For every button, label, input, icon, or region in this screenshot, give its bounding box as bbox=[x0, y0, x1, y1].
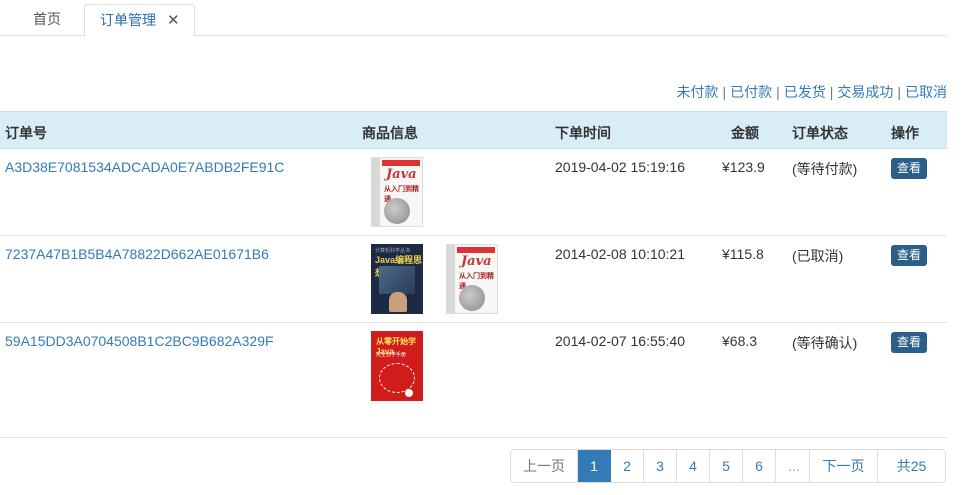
tab-bar: 首页 订单管理 ✕ bbox=[0, 0, 947, 37]
status-filters: 未付款 | 已付款 | 已发货 | 交易成功 | 已取消 bbox=[676, 82, 947, 102]
filter-separator: | bbox=[722, 84, 727, 100]
view-button[interactable]: 查看 bbox=[891, 245, 927, 266]
header-order-time: 下单时间 bbox=[555, 125, 611, 141]
order-time: 2019-04-02 15:19:16 bbox=[555, 159, 685, 175]
header-order-no: 订单号 bbox=[5, 125, 47, 141]
header-actions: 操作 bbox=[891, 125, 919, 141]
order-amount: ¥68.3 bbox=[722, 333, 758, 349]
filter-separator: | bbox=[829, 84, 834, 100]
close-icon[interactable]: ✕ bbox=[167, 5, 180, 36]
product-image-thinking-in-java[interactable]: 计算机科学丛书 Java编程思想 bbox=[371, 244, 423, 314]
order-time: 2014-02-08 10:10:21 bbox=[555, 246, 685, 262]
filter-separator: | bbox=[776, 84, 780, 100]
order-status: (等待付款) bbox=[792, 161, 858, 177]
table-row: A3D38E7081534ADCADA0E7ABDB2FE91C Java 从入… bbox=[0, 149, 947, 236]
next-page-button[interactable]: 下一页 bbox=[810, 450, 878, 482]
filter-shipped[interactable]: 已发货 bbox=[784, 84, 826, 100]
table-row: 7237A47B1B5B4A78822D662AE01671B6 计算机科学丛书… bbox=[0, 236, 947, 323]
order-status: (已取消) bbox=[792, 248, 844, 264]
product-image-java-red[interactable]: 从零开始学Java 完全自学手册 bbox=[371, 331, 423, 401]
page-1-button[interactable]: 1 bbox=[578, 450, 611, 482]
header-amount: 金额 bbox=[731, 125, 759, 141]
order-status: (等待确认) bbox=[792, 335, 858, 351]
header-product-info: 商品信息 bbox=[362, 125, 418, 141]
filter-separator: | bbox=[897, 84, 901, 100]
product-image-java-intro[interactable]: Java 从入门到精通 bbox=[446, 244, 498, 314]
tab-home[interactable]: 首页 bbox=[33, 4, 61, 36]
order-time: 2014-02-07 16:55:40 bbox=[555, 333, 685, 349]
pagination: 上一页 1 2 3 4 5 6 ... 下一页 共25页 bbox=[510, 449, 946, 483]
filter-cancelled[interactable]: 已取消 bbox=[905, 84, 947, 100]
header-order-status: 订单状态 bbox=[792, 125, 848, 141]
view-button[interactable]: 查看 bbox=[891, 332, 927, 353]
page-2-button[interactable]: 2 bbox=[611, 450, 644, 482]
table-row: 59A15DD3A0704508B1C2BC9B682A329F 从零开始学Ja… bbox=[0, 323, 947, 438]
page-4-button[interactable]: 4 bbox=[677, 450, 710, 482]
order-number-link[interactable]: 7237A47B1B5B4A78822D662AE01671B6 bbox=[5, 246, 269, 262]
tab-order-management[interactable]: 订单管理 ✕ bbox=[84, 4, 195, 37]
order-number-link[interactable]: A3D38E7081534ADCADA0E7ABDB2FE91C bbox=[5, 159, 284, 175]
order-number-link[interactable]: 59A15DD3A0704508B1C2BC9B682A329F bbox=[5, 333, 274, 349]
page-5-button[interactable]: 5 bbox=[710, 450, 743, 482]
order-amount: ¥115.8 bbox=[722, 246, 764, 262]
product-image-java-intro[interactable]: Java 从入门到精通 bbox=[371, 157, 423, 227]
filter-completed[interactable]: 交易成功 bbox=[837, 84, 893, 100]
page-6-button[interactable]: 6 bbox=[743, 450, 776, 482]
filter-unpaid[interactable]: 未付款 bbox=[676, 84, 718, 100]
page-ellipsis: ... bbox=[776, 450, 810, 482]
page-3-button[interactable]: 3 bbox=[644, 450, 677, 482]
view-button[interactable]: 查看 bbox=[891, 158, 927, 179]
tab-order-management-label: 订单管理 bbox=[100, 12, 156, 28]
prev-page-button[interactable]: 上一页 bbox=[511, 450, 578, 482]
total-pages: 共25页 bbox=[878, 450, 945, 482]
table-header: 订单号 商品信息 下单时间 金额 订单状态 操作 bbox=[0, 111, 947, 149]
filter-paid[interactable]: 已付款 bbox=[730, 84, 772, 100]
order-amount: ¥123.9 bbox=[722, 159, 765, 175]
